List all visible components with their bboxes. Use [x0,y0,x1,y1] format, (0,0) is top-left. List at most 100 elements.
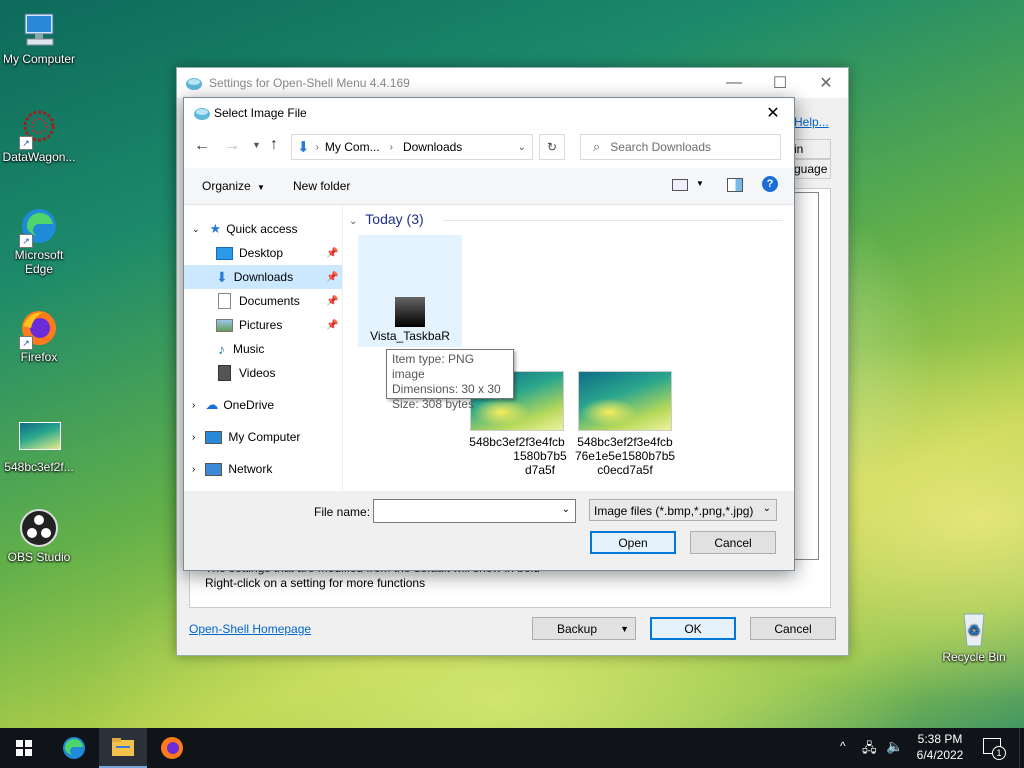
firefox-icon [161,737,183,759]
close-button[interactable]: ✕ [803,68,849,98]
nav-documents[interactable]: Documents 📌 [184,289,342,313]
desktop-icon-datawagon[interactable]: ↗ DataWagon... [1,108,77,164]
show-hidden-icons-chevron-icon[interactable]: ^ [840,739,846,753]
file-tooltip: Item type: PNG image Dimensions: 30 x 30… [386,349,514,411]
address-bar[interactable]: ⬇ › My Com... › Downloads ⌄ [291,134,533,160]
desktop-icon-label: Microsoft Edge [14,248,64,276]
breadcrumb-my-computer[interactable]: My Com... [325,140,380,154]
recent-locations-chevron-icon[interactable]: ▼ [252,140,261,150]
search-box[interactable]: ⌕ Search Downloads [580,134,781,160]
edge-icon: ↗ [19,206,59,248]
pictures-icon [216,318,233,332]
nav-my-computer[interactable]: › My Computer [184,425,342,449]
pin-icon[interactable]: 📌 [326,296,338,307]
command-bar: Organize ▼ New folder ▼ ? [184,168,794,205]
open-button[interactable]: Open [590,531,676,554]
file-item[interactable]: Vista_TaskbaR [358,235,462,347]
clock[interactable]: 5:38 PM 6/4/2022 [908,732,972,762]
settings-ok-button[interactable]: OK [650,617,736,640]
nav-desktop[interactable]: Desktop 📌 [184,241,342,265]
forward-arrow-icon[interactable]: → [224,137,240,155]
desktop-icon-obs[interactable]: OBS Studio [1,508,77,564]
nav-network[interactable]: › Network [184,457,342,481]
volume-icon[interactable]: 🔈 [886,738,903,755]
expand-chevron-icon: › [192,463,196,475]
nav-quick-access[interactable]: ⌄ ★ Quick access [184,217,342,241]
dropdown-arrow-icon: ▼ [620,623,629,634]
select-image-dialog: Select Image File ✕ ← → ▼ ↑ ⬇ › My Com..… [183,97,795,571]
videos-icon [218,365,231,381]
dialog-titlebar: Select Image File ✕ [184,98,794,128]
desktop-icon-my-computer[interactable]: My Computer [1,10,77,66]
downloads-arrow-icon: ⬇ [297,139,310,156]
folder-icon [112,738,134,756]
hint-line-2: Right-click on a setting for more functi… [205,576,426,590]
computer-icon [205,430,223,444]
new-folder-button[interactable]: New folder [293,179,350,193]
shortcut-arrow-icon: ↗ [19,234,33,248]
backup-button[interactable]: Backup ▼ [532,617,636,640]
up-arrow-icon[interactable]: ↑ [270,136,278,154]
image-thumbnail [578,371,672,431]
minimize-button[interactable]: — [711,68,757,98]
png-thumbnail [395,297,425,327]
view-options-icon[interactable] [672,179,688,191]
back-arrow-icon[interactable]: ← [194,137,210,155]
nav-onedrive[interactable]: › ☁ OneDrive [184,393,342,417]
dropdown-arrow-icon[interactable]: ⌄ [562,504,570,515]
desktop-icon-firefox[interactable]: ↗ Firefox [1,308,77,364]
start-button[interactable] [0,728,48,768]
pin-icon[interactable]: 📌 [326,248,338,259]
desktop-icon-label: OBS Studio [7,550,71,564]
search-input[interactable]: Search Downloads [610,140,711,154]
nav-downloads[interactable]: ⬇ Downloads 📌 [184,265,342,289]
group-divider [443,220,783,221]
tab-partial[interactable]: in [791,139,831,159]
tab-language[interactable]: guage [791,159,831,179]
breadcrumb-downloads[interactable]: Downloads [403,140,462,154]
datawagon-icon: ↗ [19,108,59,150]
nav-pictures[interactable]: Pictures 📌 [184,313,342,337]
close-icon[interactable]: ✕ [758,101,788,125]
pin-icon[interactable]: 📌 [326,272,338,283]
nav-music[interactable]: ♪ Music [184,337,342,361]
desktop-icon-image-file[interactable]: 548bc3ef2f... [1,418,77,474]
taskbar-firefox[interactable] [148,728,196,768]
notification-count-badge: 1 [992,746,1006,760]
dialog-cancel-button[interactable]: Cancel [690,531,776,554]
image-file-icon [19,418,61,458]
file-type-filter[interactable]: Image files (*.bmp,*.png,*.jpg) ⌄ [589,499,777,521]
network-icon [205,462,223,476]
homepage-link[interactable]: Open-Shell Homepage [189,622,311,636]
view-dropdown-icon[interactable]: ▼ [696,179,704,188]
help-icon[interactable]: ? [762,176,778,192]
recycle-bin-icon: ♻ [954,608,994,648]
file-item[interactable]: 548bc3ef2f3e4fcb 76e1e5e1580b7b5 c0ecd7a… [573,371,677,477]
desktop-icon-recycle-bin[interactable]: ♻ Recycle Bin [936,608,1012,664]
show-desktop-strip[interactable] [1019,728,1024,768]
group-header[interactable]: ⌄ Today (3) [349,211,424,227]
nav-videos[interactable]: Videos [184,361,342,385]
help-link[interactable]: Help... [794,115,829,129]
desktop-icon-edge[interactable]: ↗ Microsoft Edge [1,206,77,276]
settings-title: Settings for Open-Shell Menu 4.4.169 [209,76,410,90]
settings-cancel-button[interactable]: Cancel [750,617,836,640]
computer-icon [19,10,59,50]
network-tray-icon[interactable]: 🖧 [862,739,877,761]
organize-button[interactable]: Organize ▼ [202,179,265,193]
navigation-bar: ← → ▼ ↑ ⬇ › My Com... › Downloads ⌄ ↻ ⌕ … [184,128,794,168]
shortcut-arrow-icon: ↗ [19,336,33,350]
address-dropdown-icon[interactable]: ⌄ [518,142,526,153]
refresh-button[interactable]: ↻ [539,134,565,160]
desktop-icon-label: My Computer [2,52,76,66]
file-name-input[interactable]: ⌄ [373,499,576,523]
preview-pane-icon[interactable] [727,178,743,192]
action-center-button[interactable]: 1 [980,736,1006,760]
navigation-pane: ⌄ ★ Quick access Desktop 📌 ⬇ Downloads 📌… [184,205,343,491]
expand-chevron-icon: › [192,399,196,411]
taskbar-edge[interactable] [50,728,98,768]
maximize-button[interactable]: ☐ [757,68,803,98]
taskbar-file-explorer[interactable] [99,728,147,768]
pin-icon[interactable]: 📌 [326,320,338,331]
cloud-icon: ☁ [205,397,219,412]
